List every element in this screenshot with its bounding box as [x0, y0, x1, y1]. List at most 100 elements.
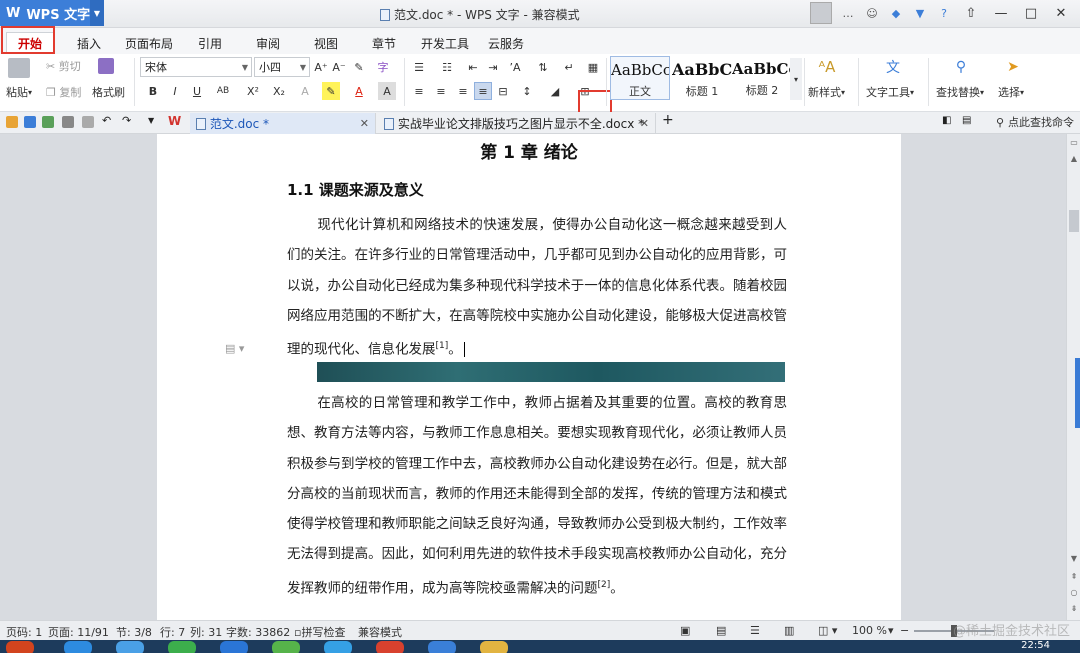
justify-icon[interactable]: ≡ [474, 82, 492, 100]
paste-button[interactable] [8, 58, 30, 78]
char-shading-icon[interactable]: A [378, 82, 396, 100]
document-page[interactable]: 第 1 章 绪论 1.1 课题来源及意义 ▤ ▾ 现代化计算机和网络技术的快速发… [157, 134, 901, 620]
chevron-down-icon[interactable]: ▼ [90, 0, 104, 26]
undo-icon[interactable]: ↶ [102, 114, 114, 127]
select-browse-object-icon[interactable]: ○ [1069, 588, 1079, 597]
scroll-up-icon[interactable]: ▲ [1069, 154, 1079, 163]
status-page[interactable]: 页面: 11/91 [48, 624, 109, 640]
style-heading-1[interactable]: AaBbCc 标题 1 [672, 56, 732, 100]
vertical-scrollbar[interactable]: ▭ ▲ ▼ ⇞ ○ ⇟ [1066, 134, 1080, 620]
taskbar-app-icon[interactable] [480, 641, 508, 653]
tab-page-layout[interactable]: 页面布局 [120, 32, 178, 54]
tab-view[interactable]: 视图 [306, 32, 346, 54]
page-view-icon[interactable]: ▤ [716, 624, 726, 637]
output-pdf-icon[interactable] [42, 116, 54, 128]
copy-button[interactable]: ❐ 复制 [46, 84, 81, 100]
taskbar-app-icon[interactable] [64, 641, 92, 653]
eye-protect-icon[interactable]: ◫ ▾ [818, 624, 837, 637]
taskbar-app-icon[interactable] [428, 641, 456, 653]
print-icon[interactable] [62, 116, 74, 128]
font-name-select[interactable]: 宋体 ▼ [140, 57, 252, 77]
taskbar-app-icon[interactable] [324, 641, 352, 653]
tab-references[interactable]: 引用 [190, 32, 230, 54]
inline-image-partial[interactable] [317, 362, 785, 382]
subscript-icon[interactable]: X₂ [270, 82, 288, 100]
font-size-select[interactable]: 小四 ▼ [254, 57, 310, 77]
start-button-icon[interactable] [6, 641, 34, 653]
align-center-icon[interactable]: ≡ [432, 82, 450, 100]
doc-tab[interactable]: 实战毕业论文排版技巧之图片显示不全.docx * ✕ [378, 113, 656, 134]
grow-font-icon[interactable]: A⁺ [312, 58, 330, 76]
cloud-icon[interactable]: ◆ [888, 5, 904, 21]
taskbar-app-icon[interactable] [116, 641, 144, 653]
outline-view-icon[interactable]: ☰ [750, 624, 760, 637]
tab-insert[interactable]: 插入 [70, 32, 108, 54]
sidebar-toggle-icon[interactable]: ◧ [942, 115, 954, 127]
table-border-icon[interactable]: ▦ [584, 58, 602, 76]
app-menu-button[interactable]: W WPS 文字 ▼ [0, 0, 104, 26]
border-icon[interactable]: ⊞ [576, 82, 594, 100]
shading-icon[interactable]: ◢ [546, 82, 564, 100]
find-replace-button[interactable]: 查找替换 ▾ [936, 84, 984, 100]
close-button[interactable]: ✕ [1050, 4, 1072, 22]
doc-tab-active[interactable]: 范文.doc * ✕ [190, 113, 376, 134]
style-heading-2[interactable]: AaBbCcI 标题 2 [732, 56, 792, 100]
paste-label[interactable]: 粘贴 ▾ [6, 84, 32, 100]
strikethrough-icon[interactable]: AB [214, 82, 232, 100]
phonetic-icon[interactable]: 字 [374, 58, 392, 76]
distributed-icon[interactable]: ⊟ [494, 82, 512, 100]
new-style-button[interactable]: 新样式 ▾ [808, 84, 845, 100]
customize-dropdown-icon[interactable]: ▼ [148, 116, 160, 128]
underline-icon[interactable]: U [188, 82, 206, 100]
find-replace-icon[interactable]: ⚲ [952, 58, 970, 76]
close-icon[interactable]: ✕ [640, 117, 649, 130]
text-tools-icon[interactable]: 文 [884, 58, 902, 76]
align-left-icon[interactable]: ≡ [410, 82, 428, 100]
print-preview-icon[interactable] [82, 116, 94, 128]
zoom-out-icon[interactable]: − [900, 624, 909, 637]
new-tab-icon[interactable]: + [662, 112, 674, 128]
side-panel-toggle[interactable] [1075, 358, 1080, 428]
status-word-count[interactable]: 字数: 33862 [226, 624, 290, 640]
next-page-icon[interactable]: ⇟ [1069, 604, 1079, 613]
tab-cloud[interactable]: 云服务 [484, 32, 528, 54]
sort-icon[interactable]: ⇅ [534, 58, 552, 76]
find-command-box[interactable]: ⚲ 点此查找命令 [996, 114, 1074, 130]
show-marks-icon[interactable]: ↵ [560, 58, 578, 76]
bold-icon[interactable]: B [144, 82, 162, 100]
decrease-indent-icon[interactable]: ⇤ [464, 58, 482, 76]
prev-page-icon[interactable]: ⇞ [1069, 572, 1079, 581]
format-painter-icon[interactable] [98, 58, 114, 74]
maximize-button[interactable]: □ [1020, 4, 1042, 22]
web-view-icon[interactable]: ▥ [784, 624, 794, 637]
minimize-button[interactable]: — [990, 4, 1012, 22]
taskbar-app-icon[interactable] [168, 641, 196, 653]
taskbar-app-icon[interactable] [220, 641, 248, 653]
help-icon[interactable]: ? [936, 5, 952, 21]
taskbar-app-icon[interactable] [376, 641, 404, 653]
avatar[interactable] [810, 2, 832, 24]
skin-icon[interactable]: ☺ [864, 5, 880, 21]
tab-chapter[interactable]: 章节 [364, 32, 404, 54]
wps-home-icon[interactable]: W [168, 114, 181, 128]
highlight-icon[interactable]: ✎ [322, 82, 340, 100]
paragraph-handle-icon[interactable]: ▤ ▾ [225, 342, 244, 355]
zoom-level[interactable]: 100 % [852, 624, 887, 637]
text-effect-icon[interactable]: A [296, 82, 314, 100]
italic-icon[interactable]: I [166, 82, 184, 100]
restore-ribbon-icon[interactable]: ⇧ [960, 4, 982, 22]
scroll-down-icon[interactable]: ▼ [1069, 554, 1079, 563]
bullet-list-icon[interactable]: ☰ [410, 58, 428, 76]
clear-format-icon[interactable]: ✎ [350, 58, 368, 76]
save-icon[interactable] [24, 116, 36, 128]
cursor-select-icon[interactable]: ➤ [1004, 58, 1022, 76]
text-direction-icon[interactable]: ʼA [506, 58, 524, 76]
paragraph-2[interactable]: 在高校的日常管理和教学工作中，教师占据着及其重要的位置。高校的教育思想、教育方法… [287, 388, 787, 604]
style-normal[interactable]: AaBbCcI 正文 [610, 56, 670, 100]
styles-more-icon[interactable]: ▾ [790, 58, 802, 100]
more-icon[interactable]: … [840, 5, 856, 21]
text-tools-button[interactable]: 文字工具 ▾ [866, 84, 914, 100]
increase-indent-icon[interactable]: ⇥ [484, 58, 502, 76]
tab-review[interactable]: 审阅 [248, 32, 288, 54]
shirt-icon[interactable]: ▼ [912, 5, 928, 21]
